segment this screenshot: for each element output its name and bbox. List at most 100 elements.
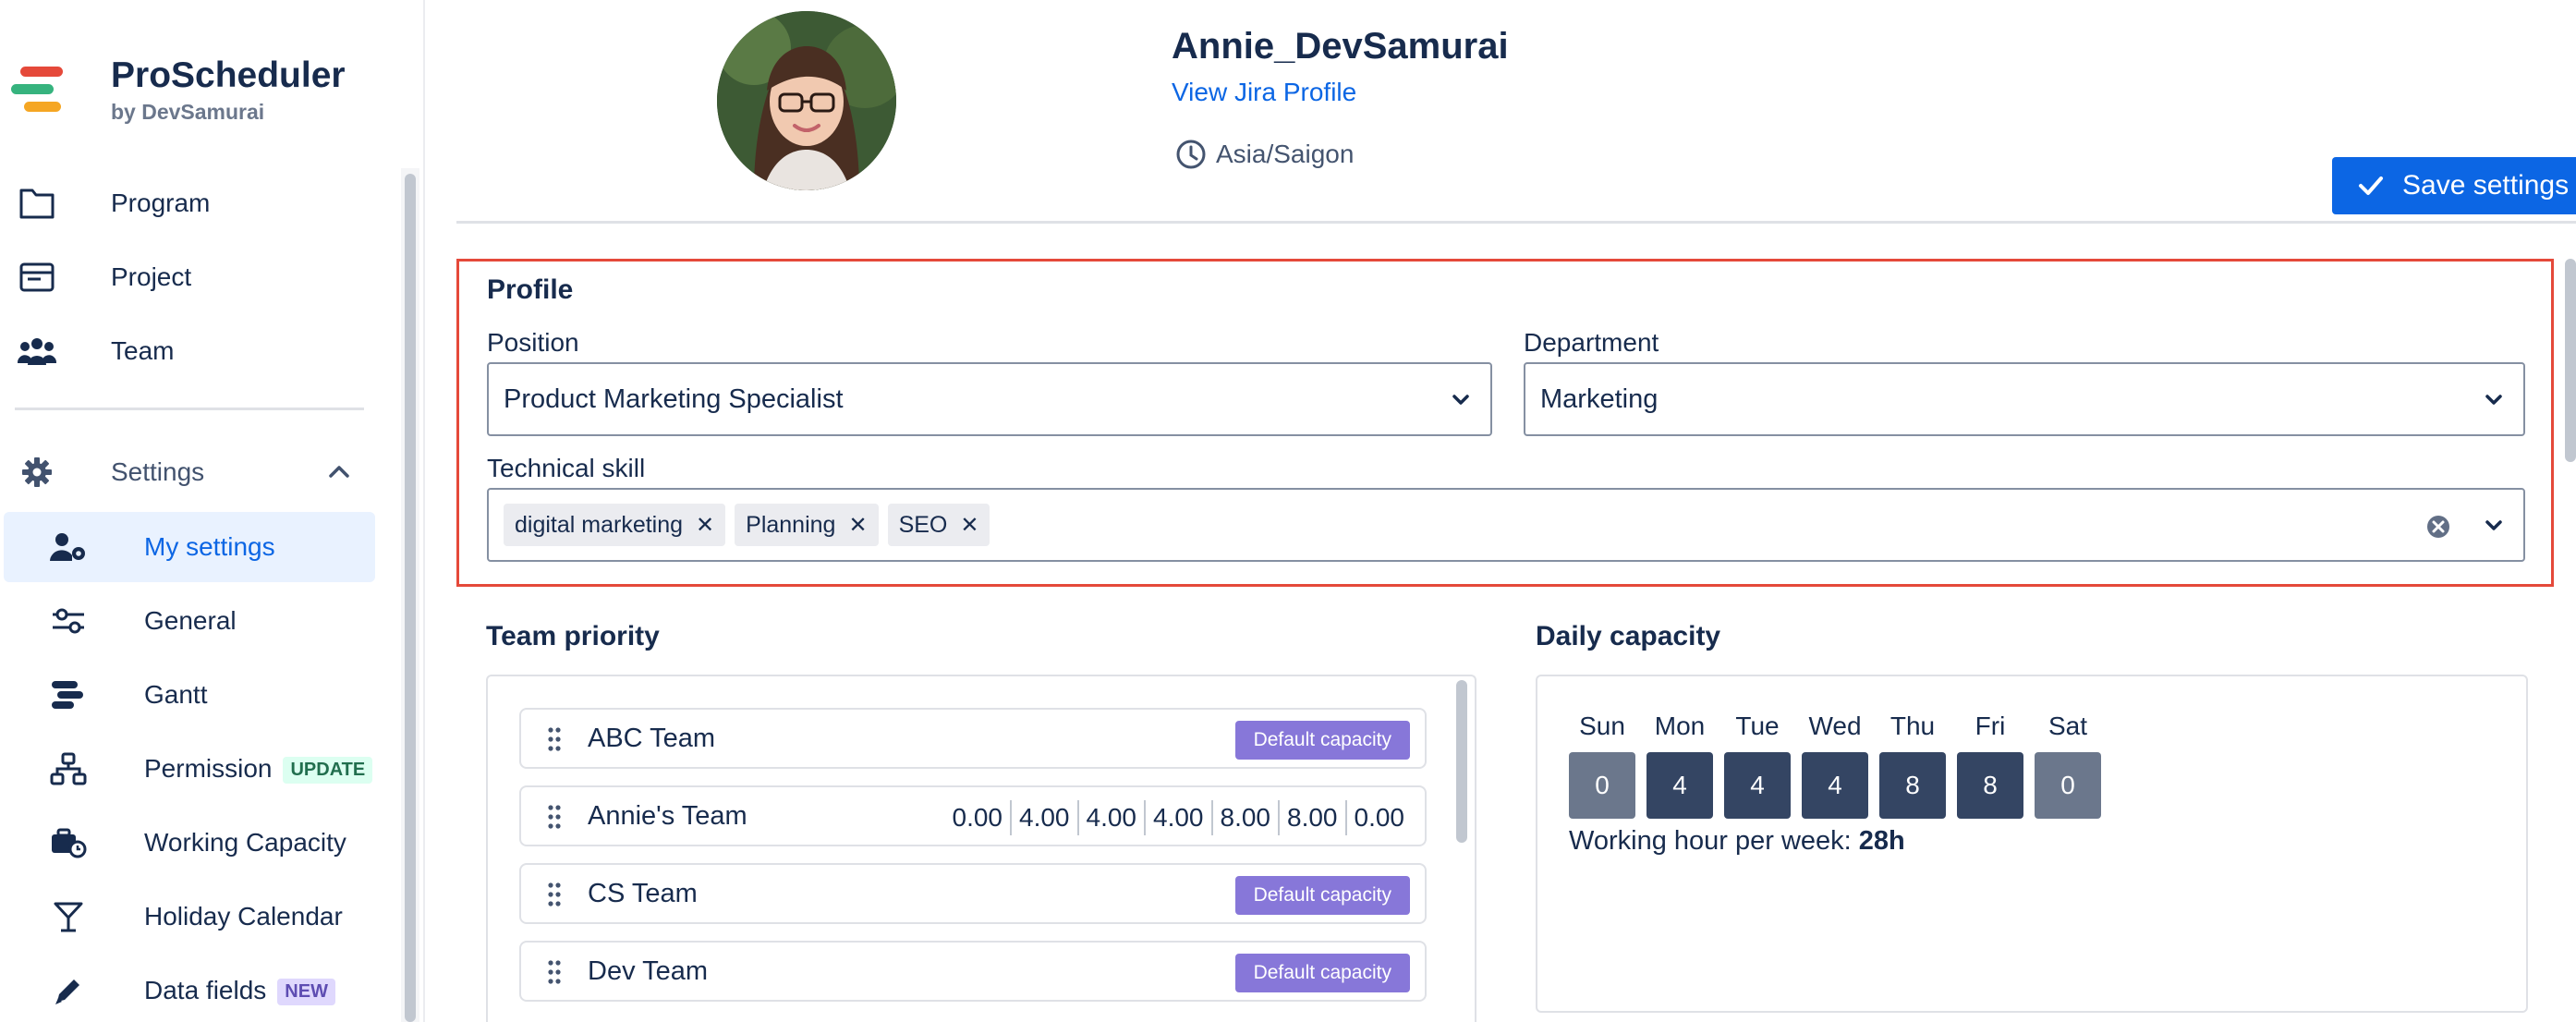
nav-item-team[interactable]: Team xyxy=(0,316,388,386)
profile-section: Profile Position Product Marketing Speci… xyxy=(456,259,2554,587)
skill-chip: SEO ✕ xyxy=(887,504,990,546)
chevron-down-icon xyxy=(1452,395,1469,405)
team-priority-title: Team priority xyxy=(486,621,660,651)
nav-item-holiday-calendar[interactable]: Holiday Calendar xyxy=(0,882,388,952)
team-row[interactable]: ABC Team Default capacity xyxy=(519,708,1427,769)
capacity-value: 0.00 xyxy=(1344,800,1413,835)
clear-icon[interactable] xyxy=(2425,514,2451,540)
position-label: Position xyxy=(487,328,579,357)
nav-item-project[interactable]: Project xyxy=(0,242,388,312)
nav-label-working-capacity: Working Capacity xyxy=(144,828,346,857)
default-capacity-badge: Default capacity xyxy=(1234,721,1410,760)
day-wed: Wed 4 xyxy=(1802,712,1868,819)
gantt-icon xyxy=(48,675,89,715)
capacity-value: 8.00 xyxy=(1278,800,1345,835)
nav-item-data-fields[interactable]: Data fields NEW xyxy=(0,955,388,1022)
week-label: Working hour per week: xyxy=(1569,826,1859,856)
nav-item-program[interactable]: Program xyxy=(0,168,388,238)
skill-chip-label: digital marketing xyxy=(515,511,684,538)
nav-item-my-settings[interactable]: My settings xyxy=(4,512,375,582)
update-badge: UPDATE xyxy=(283,757,373,785)
avatar xyxy=(717,11,896,190)
day-hours[interactable]: 4 xyxy=(1724,752,1791,819)
day-name: Fri xyxy=(1975,712,2006,740)
folder-icon xyxy=(17,183,57,224)
nav-item-working-capacity[interactable]: Working Capacity xyxy=(0,808,388,878)
nav-label-settings: Settings xyxy=(111,457,205,486)
day-name: Mon xyxy=(1654,712,1706,740)
drag-handle-icon[interactable] xyxy=(547,882,562,907)
save-settings-button[interactable]: Save settings xyxy=(2332,157,2576,214)
skill-chip: digital marketing ✕ xyxy=(504,504,726,546)
capacity-value: 4.00 xyxy=(1144,800,1211,835)
day-name: Sat xyxy=(2047,712,2088,740)
nav-label-team: Team xyxy=(111,336,175,365)
nav-item-permission[interactable]: Permission UPDATE xyxy=(0,734,388,804)
nav-item-general[interactable]: General xyxy=(0,586,388,656)
sidebar: ProScheduler by DevSamurai Program Proje… xyxy=(0,0,425,1022)
proscheduler-logo-icon xyxy=(11,67,63,113)
remove-chip-icon[interactable]: ✕ xyxy=(848,512,867,539)
team-name: CS Team xyxy=(588,878,698,908)
pencil-icon xyxy=(48,970,89,1011)
department-value: Marketing xyxy=(1540,383,1659,414)
day-sat: Sat 0 xyxy=(2035,712,2101,819)
position-select[interactable]: Product Marketing Specialist xyxy=(487,362,1492,436)
new-badge: NEW xyxy=(277,979,335,1006)
team-users-icon xyxy=(17,331,57,371)
view-jira-profile-link[interactable]: View Jira Profile xyxy=(1172,78,1356,107)
day-hours[interactable]: 4 xyxy=(1802,752,1868,819)
day-name: Thu xyxy=(1889,712,1936,740)
drag-handle-icon[interactable] xyxy=(547,959,562,985)
brand-title: ProScheduler xyxy=(111,55,346,95)
default-capacity-badge: Default capacity xyxy=(1234,954,1410,992)
data-fields-label-text: Data fields xyxy=(144,975,267,1004)
team-name: Annie's Team xyxy=(588,800,747,831)
capacity-value: 4.00 xyxy=(1010,800,1077,835)
sliders-icon xyxy=(48,601,89,641)
team-row[interactable]: Annie's Team 0.00 4.00 4.00 4.00 8.00 8.… xyxy=(519,785,1427,846)
team-name: Dev Team xyxy=(588,955,709,986)
team-row[interactable]: Dev Team Default capacity xyxy=(519,941,1427,1002)
brand-subtitle: by DevSamurai xyxy=(111,100,265,124)
remove-chip-icon[interactable]: ✕ xyxy=(960,512,978,539)
day-fri: Fri 8 xyxy=(1957,712,2023,819)
nav-label-general: General xyxy=(144,606,237,635)
technical-skill-multiselect[interactable]: digital marketing ✕ Planning ✕ SEO ✕ xyxy=(487,488,2525,562)
header-divider xyxy=(456,221,2576,224)
nav-label-my-settings: My settings xyxy=(144,532,275,561)
nav-item-gantt[interactable]: Gantt xyxy=(0,660,388,730)
day-name: Wed xyxy=(1808,712,1862,740)
drag-handle-icon[interactable] xyxy=(547,726,562,752)
day-name: Tue xyxy=(1735,712,1780,740)
day-hours[interactable]: 0 xyxy=(2035,752,2101,819)
save-settings-label: Save settings xyxy=(2402,170,2570,201)
remove-chip-icon[interactable]: ✕ xyxy=(696,512,714,539)
clock-icon xyxy=(1176,140,1206,169)
main-scrollbar[interactable] xyxy=(2561,259,2576,1022)
nav-item-settings[interactable]: Settings xyxy=(0,437,388,507)
department-label: Department xyxy=(1524,328,1659,357)
briefcase-clock-icon xyxy=(48,822,89,863)
day-hours[interactable]: 4 xyxy=(1646,752,1713,819)
skill-chip-label: SEO xyxy=(898,511,948,538)
default-capacity-badge: Default capacity xyxy=(1234,876,1410,915)
day-hours[interactable]: 0 xyxy=(1569,752,1635,819)
team-priority-list: ABC Team Default capacity Annie's Team 0… xyxy=(486,675,1476,1022)
team-capacity-values: 0.00 4.00 4.00 4.00 8.00 8.00 0.00 xyxy=(945,800,1413,835)
skill-chip: Planning ✕ xyxy=(735,504,879,546)
team-row[interactable]: CS Team Default capacity xyxy=(519,863,1427,924)
capacity-value: 4.00 xyxy=(1076,800,1145,835)
sidebar-scrollbar[interactable] xyxy=(401,168,419,1022)
day-hours[interactable]: 8 xyxy=(1879,752,1946,819)
department-select[interactable]: Marketing xyxy=(1524,362,2525,436)
day-hours[interactable]: 8 xyxy=(1957,752,2023,819)
team-name: ABC Team xyxy=(588,723,716,753)
technical-skill-label: Technical skill xyxy=(487,454,646,482)
profile-title: Profile xyxy=(487,274,574,305)
chevron-up-icon[interactable] xyxy=(325,457,353,485)
team-priority-scrollbar[interactable] xyxy=(1454,680,1469,1022)
timezone-label: Asia/Saigon xyxy=(1216,140,1355,168)
drag-handle-icon[interactable] xyxy=(547,804,562,830)
cocktail-glass-icon xyxy=(48,896,89,937)
